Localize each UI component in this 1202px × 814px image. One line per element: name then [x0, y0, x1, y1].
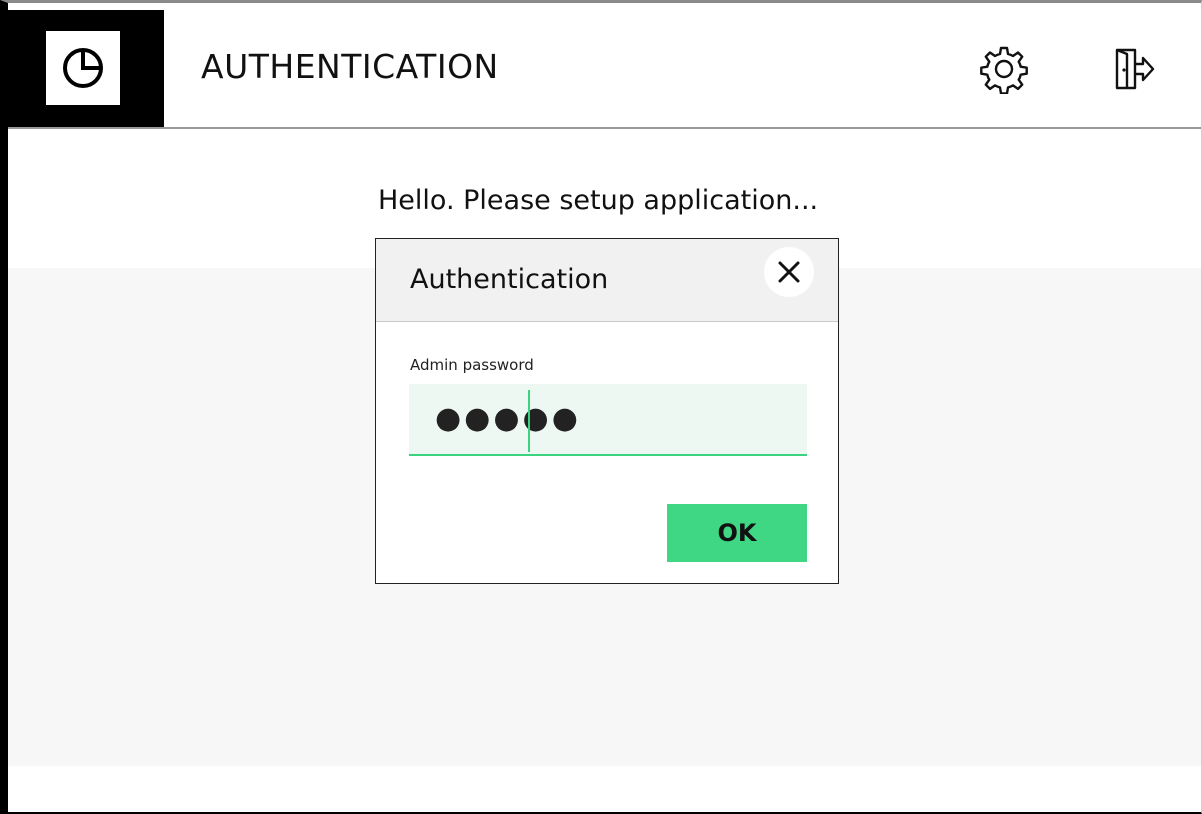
close-button[interactable]	[764, 247, 814, 297]
page-title: AUTHENTICATION	[201, 47, 499, 86]
logo[interactable]	[8, 10, 164, 127]
app-header: AUTHENTICATION	[8, 3, 1201, 129]
password-label: Admin password	[410, 356, 534, 374]
greeting-text: Hello. Please setup application...	[378, 185, 819, 216]
logo-tile	[46, 31, 120, 105]
exit-door-icon	[1115, 48, 1155, 90]
close-icon	[778, 261, 800, 283]
password-value: ●●●●●	[435, 401, 581, 436]
settings-button[interactable]	[978, 43, 1030, 95]
ok-button[interactable]: OK	[667, 504, 807, 562]
auth-dialog: Authentication Admin password ●●●●● OK	[375, 238, 839, 584]
text-caret	[528, 390, 530, 452]
gear-icon	[980, 46, 1028, 94]
password-field[interactable]: ●●●●●	[409, 384, 807, 456]
dialog-title: Authentication	[410, 264, 609, 295]
dialog-header: Authentication	[376, 239, 838, 322]
pie-chart-icon	[63, 48, 103, 88]
logout-button[interactable]	[1108, 43, 1160, 95]
